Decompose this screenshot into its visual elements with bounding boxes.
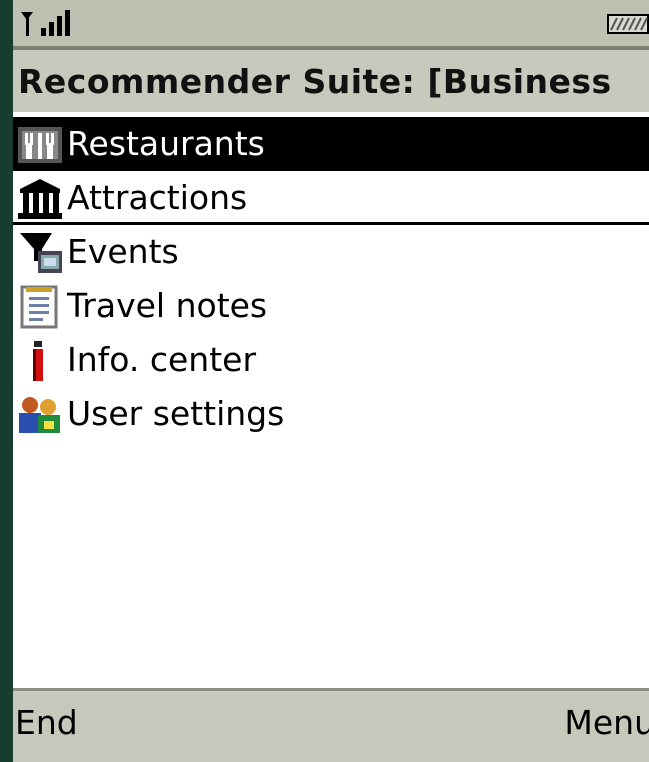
menu-item-label: Info. center	[67, 340, 257, 379]
title-bar: Recommender Suite: [Business	[13, 50, 649, 112]
signal-strength-icon	[21, 10, 70, 36]
events-icon	[20, 233, 62, 273]
status-bar	[13, 0, 649, 46]
menu-item-travel-notes[interactable]: Travel notes	[13, 279, 649, 333]
end-softkey[interactable]: End	[15, 703, 78, 742]
menu-item-label: Restaurants	[67, 124, 265, 163]
info-icon	[33, 341, 43, 381]
menu-item-attractions[interactable]: Attractions	[13, 171, 649, 225]
menu-item-label: Travel notes	[67, 286, 268, 325]
menu-item-restaurants[interactable]: Restaurants	[13, 117, 649, 171]
menu-item-label: Events	[67, 232, 179, 271]
menu-item-label: Attractions	[67, 178, 248, 217]
softkey-bar: End Menu	[13, 691, 649, 762]
landmark-icon	[18, 179, 62, 219]
menu-item-user-settings[interactable]: User settings	[13, 387, 649, 441]
menu-item-label: User settings	[67, 394, 285, 433]
fork-knife-icon	[18, 127, 62, 163]
menu-list: Restaurants Attractions Events Travel no…	[13, 117, 649, 441]
menu-softkey[interactable]: Menu	[564, 703, 649, 742]
notepad-icon	[20, 285, 58, 329]
users-icon	[19, 397, 60, 433]
menu-item-info-center[interactable]: Info. center	[13, 333, 649, 387]
phone-screen: Recommender Suite: [Business Restaurants	[13, 0, 649, 762]
page-title: Recommender Suite: [Business	[18, 62, 612, 101]
battery-icon	[607, 14, 649, 34]
menu-item-events[interactable]: Events	[13, 225, 649, 279]
phone-frame: Recommender Suite: [Business Restaurants	[0, 0, 649, 762]
